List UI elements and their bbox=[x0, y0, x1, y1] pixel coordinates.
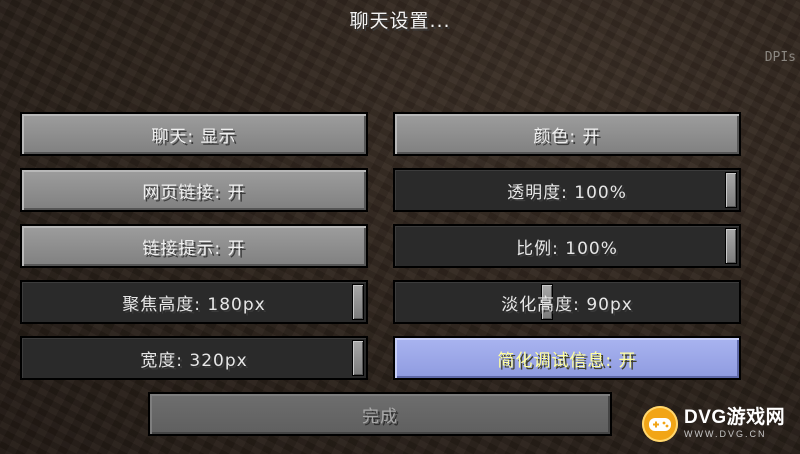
reduced-debug-info-label: 简化调试信息: 开 bbox=[497, 350, 637, 371]
chat-width-label: 宽度: 320px bbox=[140, 350, 248, 371]
chat-width-slider[interactable]: 宽度: 320px bbox=[20, 336, 368, 380]
done-button[interactable]: 完成 bbox=[148, 392, 612, 436]
gamepad-icon bbox=[642, 406, 678, 442]
scale-slider[interactable]: 比例: 100% bbox=[393, 224, 741, 268]
opacity-label: 透明度: 100% bbox=[507, 182, 627, 203]
watermark-title: DVG游戏网 bbox=[684, 407, 786, 428]
focused-height-slider-handle[interactable] bbox=[352, 284, 364, 320]
site-watermark: DVG游戏网 WWW.DVG.CN bbox=[642, 402, 794, 446]
focused-height-slider[interactable]: 聚焦高度: 180px bbox=[20, 280, 368, 324]
prompt-on-links-button[interactable]: 链接提示: 开 bbox=[20, 224, 368, 268]
chat-visibility-button[interactable]: 聊天: 显示 bbox=[20, 112, 368, 156]
unfocused-height-slider[interactable]: 淡化高度: 90px bbox=[393, 280, 741, 324]
scale-slider-handle[interactable] bbox=[725, 228, 737, 264]
focused-height-label: 聚焦高度: 180px bbox=[122, 294, 266, 315]
scale-label: 比例: 100% bbox=[516, 238, 618, 259]
chat-visibility-label: 聊天: 显示 bbox=[151, 126, 237, 147]
watermark-url: WWW.DVG.CN bbox=[684, 429, 767, 439]
reduced-debug-info-button[interactable]: 简化调试信息: 开 bbox=[393, 336, 741, 380]
chat-width-slider-handle[interactable] bbox=[352, 340, 364, 376]
corner-text-fragment: DPIs bbox=[764, 50, 796, 65]
unfocused-height-label: 淡化高度: 90px bbox=[501, 294, 633, 315]
opacity-slider-handle[interactable] bbox=[725, 172, 737, 208]
colors-label: 颜色: 开 bbox=[533, 126, 601, 147]
done-label: 完成 bbox=[362, 406, 398, 427]
web-links-button[interactable]: 网页链接: 开 bbox=[20, 168, 368, 212]
prompt-on-links-label: 链接提示: 开 bbox=[142, 238, 246, 259]
page-title: 聊天设置... bbox=[349, 10, 451, 32]
opacity-slider[interactable]: 透明度: 100% bbox=[393, 168, 741, 212]
web-links-label: 网页链接: 开 bbox=[142, 182, 246, 203]
colors-button[interactable]: 颜色: 开 bbox=[393, 112, 741, 156]
